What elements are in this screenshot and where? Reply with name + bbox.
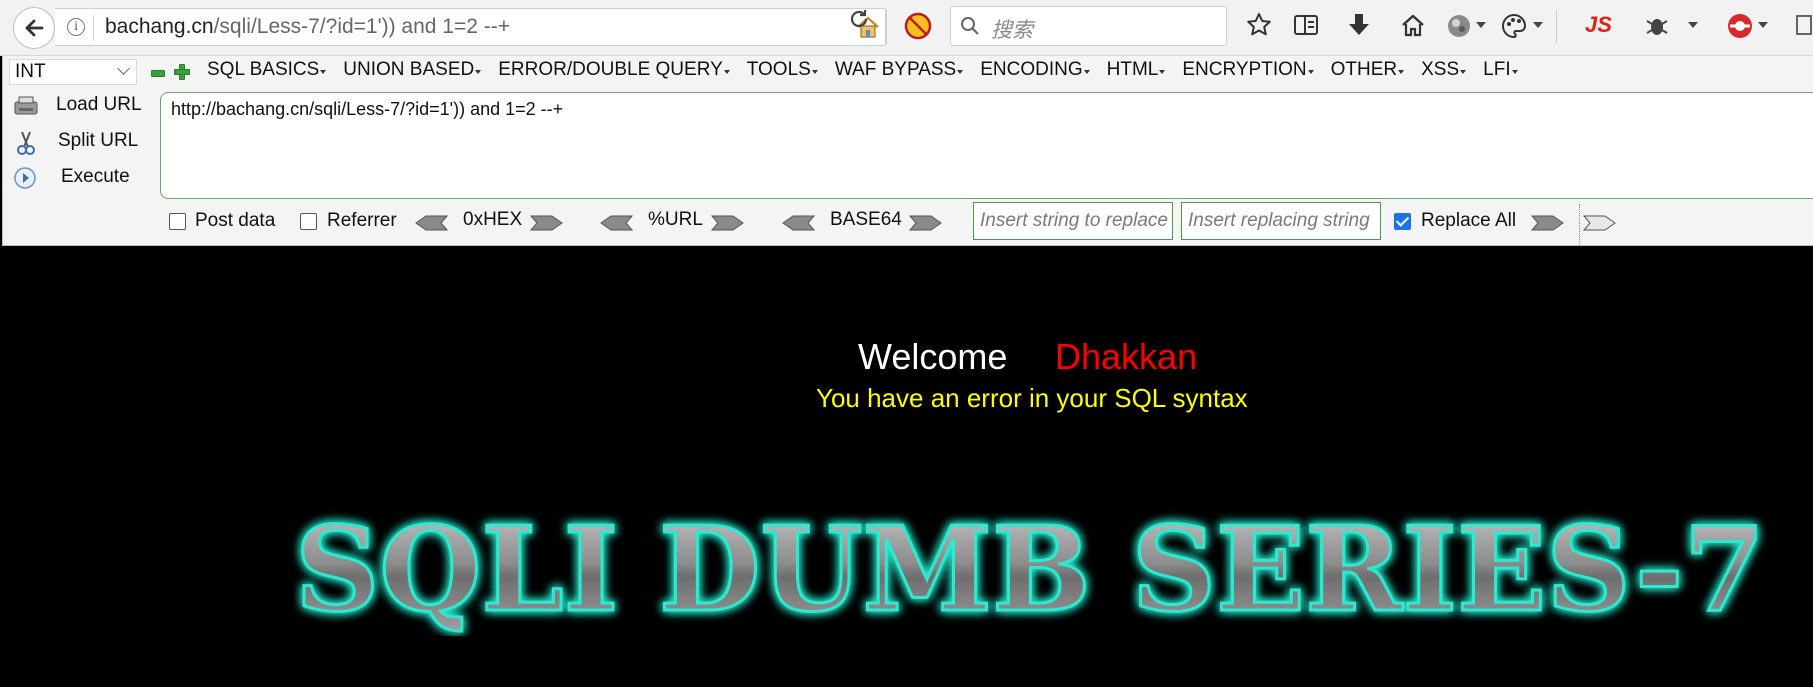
search-icon <box>961 17 979 35</box>
split-url-button[interactable]: Split URL <box>11 127 141 157</box>
load-url-button[interactable]: Load URL <box>11 91 142 121</box>
menu-tools[interactable]: TOOLS <box>747 59 818 81</box>
search-placeholder: 搜索 <box>991 19 1033 42</box>
replace-apply-arrow-icon[interactable] <box>1531 214 1565 232</box>
base64-label: BASE64 <box>830 209 902 230</box>
load-url-icon <box>14 96 38 115</box>
hackbar-panel: INT SQL BASICS UNION BASED ERROR/DOUBLE … <box>2 56 1813 246</box>
menu-sql-basics[interactable]: SQL BASICS <box>207 59 327 81</box>
base64-encode-arrow-icon[interactable] <box>909 214 943 232</box>
decrease-icon[interactable] <box>151 70 165 77</box>
palette-dropdown-icon[interactable] <box>1533 22 1543 28</box>
back-button[interactable] <box>13 7 55 49</box>
hex-label: 0xHEX <box>463 209 523 230</box>
url-textarea-value: http://bachang.cn/sqli/Less-7/?id=1')) a… <box>171 99 564 119</box>
overflow-menu-icon[interactable] <box>1795 12 1813 38</box>
back-arrow-icon <box>25 19 44 37</box>
menu-union-based[interactable]: UNION BASED <box>343 59 482 81</box>
adblock-icon[interactable] <box>904 12 932 40</box>
welcome-text: Welcome <box>858 336 1008 377</box>
replace-all-checkbox[interactable] <box>1394 213 1411 230</box>
execute-label: Execute <box>61 166 130 187</box>
referrer-checkbox[interactable] <box>300 213 317 230</box>
reload-icon[interactable] <box>848 8 870 30</box>
replace-search-placeholder: Insert string to replace <box>980 210 1168 231</box>
hex-encode-arrow-icon[interactable] <box>530 214 564 232</box>
menu-xss[interactable]: XSS <box>1421 59 1467 81</box>
split-url-label: Split URL <box>58 130 139 151</box>
scissors-icon <box>17 131 35 155</box>
execute-button[interactable]: Execute <box>11 163 141 193</box>
hex-decode-arrow-icon[interactable] <box>414 214 448 232</box>
bookmark-star-icon[interactable] <box>1246 12 1272 38</box>
menu-encryption[interactable]: ENCRYPTION <box>1182 59 1314 81</box>
bug-icon[interactable] <box>1643 12 1671 40</box>
reading-list-icon[interactable] <box>1293 12 1319 38</box>
referrer-label: Referrer <box>327 210 397 231</box>
extension-globe-icon[interactable] <box>1445 12 1473 40</box>
hackbar-menu-bar: SQL BASICS UNION BASED ERROR/DOUBLE QUER… <box>207 59 1535 81</box>
site-info-icon[interactable]: i <box>67 18 85 36</box>
address-text[interactable]: bachang.cn/sqli/Less-7/?id=1')) and 1=2 … <box>105 15 510 39</box>
globe-dropdown-icon[interactable] <box>1476 22 1486 28</box>
menu-encoding[interactable]: ENCODING <box>980 59 1091 81</box>
menu-waf-bypass[interactable]: WAF BYPASS <box>835 59 964 81</box>
hackbar-extension-icon[interactable] <box>1725 12 1755 40</box>
replace-all-label: Replace All <box>1421 210 1517 231</box>
menu-lfi[interactable]: LFI <box>1483 59 1519 81</box>
url-path: /sqli/Less-7/?id=1')) and 1=2 --+ <box>213 15 511 38</box>
search-bar[interactable]: 搜索 <box>950 6 1227 46</box>
hackbar-dropdown-icon[interactable] <box>1758 22 1768 28</box>
url-decode-arrow-icon[interactable] <box>599 214 633 232</box>
menu-html[interactable]: HTML <box>1107 59 1166 81</box>
home-icon[interactable] <box>1400 12 1426 38</box>
bug-dropdown-icon[interactable] <box>1688 22 1698 28</box>
post-data-checkbox[interactable] <box>169 213 186 230</box>
user-name-text: Dhakkan <box>1055 336 1198 377</box>
post-data-label: Post data <box>195 210 276 231</box>
logo-text: SQLI DUMB SERIES-7 <box>295 506 1765 636</box>
increase-icon[interactable] <box>174 64 190 80</box>
url-encode-label: %URL <box>648 209 703 230</box>
url-encode-arrow-icon[interactable] <box>711 214 745 232</box>
sql-error-message: You have an error in your SQL syntax <box>816 383 1248 413</box>
replace-with-placeholder: Insert replacing string <box>1188 210 1370 231</box>
replace-search-input[interactable]: Insert string to replace <box>973 202 1173 240</box>
address-bar[interactable]: i bachang.cn/sqli/Less-7/?id=1')) and 1=… <box>55 8 887 46</box>
js-toggle-icon[interactable]: JS <box>1585 12 1612 38</box>
play-icon <box>14 167 36 189</box>
replace-next-arrow-icon[interactable] <box>1583 214 1617 232</box>
download-icon[interactable] <box>1346 12 1372 38</box>
menu-error-double-query[interactable]: ERROR/DOUBLE QUERY <box>498 59 730 81</box>
browser-toolbar: i bachang.cn/sqli/Less-7/?id=1')) and 1=… <box>0 0 1813 56</box>
url-host: bachang.cn <box>105 15 214 38</box>
base64-decode-arrow-icon[interactable] <box>781 214 815 232</box>
replace-with-input[interactable]: Insert replacing string <box>1181 202 1381 240</box>
sqli-dumb-series-logo: SQLI DUMB SERIES-7 <box>294 506 1767 636</box>
type-select[interactable]: INT <box>9 59 137 85</box>
menu-other[interactable]: OTHER <box>1331 59 1405 81</box>
color-palette-icon[interactable] <box>1500 12 1528 40</box>
chevron-down-icon <box>117 62 130 75</box>
load-url-label: Load URL <box>56 94 142 115</box>
type-select-value: INT <box>15 61 46 82</box>
url-textarea[interactable]: http://bachang.cn/sqli/Less-7/?id=1')) a… <box>160 92 1813 199</box>
